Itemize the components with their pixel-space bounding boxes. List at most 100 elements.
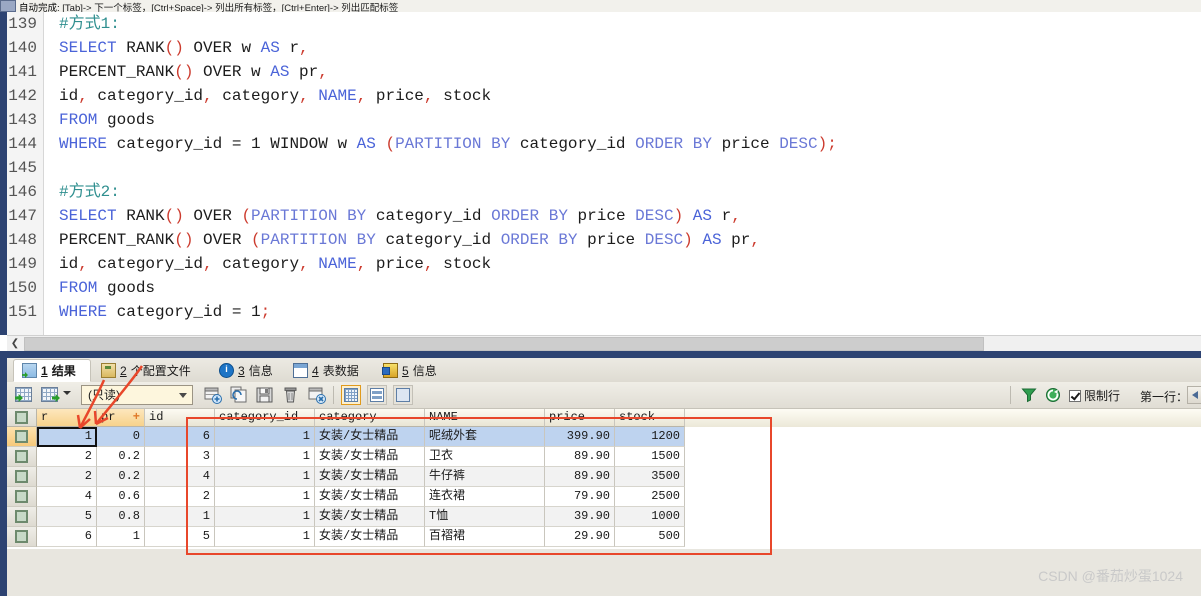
chevron-down-icon[interactable] bbox=[63, 391, 71, 395]
tab-3[interactable]: i 3 信息 bbox=[211, 359, 283, 382]
cell-pr[interactable]: 0.8 bbox=[97, 507, 145, 527]
cell-stock[interactable]: 1000 bbox=[615, 507, 685, 527]
save-record-button[interactable] bbox=[255, 385, 275, 405]
editor-horizontal-scrollbar[interactable]: ❮ bbox=[7, 335, 1201, 352]
column-header-r[interactable]: r bbox=[37, 409, 97, 427]
cell-r[interactable]: 5 bbox=[37, 507, 97, 527]
cell-r[interactable]: 6 bbox=[37, 527, 97, 547]
scrollbar-thumb[interactable] bbox=[24, 337, 984, 351]
table-row[interactable]: 2 0.2 3 1 女装/女士精品 卫衣 89.90 1500 bbox=[7, 447, 1201, 467]
cell-stock[interactable]: 2500 bbox=[615, 487, 685, 507]
cell-NAME[interactable]: 牛仔裤 bbox=[425, 467, 545, 487]
table-row[interactable]: 4 0.6 2 1 女装/女士精品 连衣裙 79.90 2500 bbox=[7, 487, 1201, 507]
cell-category[interactable]: 女装/女士精品 bbox=[315, 507, 425, 527]
tab-2[interactable]: 2 个配置文件 bbox=[93, 359, 209, 382]
export-grid-button[interactable] bbox=[39, 385, 60, 405]
cell-category_id[interactable]: 1 bbox=[215, 487, 315, 507]
cell-id[interactable]: 2 bbox=[145, 487, 215, 507]
mysql-workbench-window: 自动完成: [Tab]-> 下一个标签，[Ctrl+Space]-> 列出所有标… bbox=[0, 0, 1201, 596]
tab-5[interactable]: 5 信息 bbox=[375, 359, 447, 382]
cell-category[interactable]: 女装/女士精品 bbox=[315, 427, 425, 447]
results-data-grid[interactable]: r pr + id category_id category NAME price stock 1… bbox=[7, 409, 1201, 549]
column-header-id[interactable]: id bbox=[145, 409, 215, 427]
row-selector[interactable] bbox=[7, 427, 37, 447]
cell-r[interactable]: 2 bbox=[37, 447, 97, 467]
column-header-pr[interactable]: pr + bbox=[97, 409, 145, 427]
cell-NAME[interactable]: 卫衣 bbox=[425, 447, 545, 467]
cell-r[interactable]: 1 bbox=[37, 427, 97, 447]
cell-stock[interactable]: 3500 bbox=[615, 467, 685, 487]
cell-category[interactable]: 女装/女士精品 bbox=[315, 447, 425, 467]
cell-price[interactable]: 39.90 bbox=[545, 507, 615, 527]
limit-rows-checkbox[interactable]: 限制行 bbox=[1069, 387, 1120, 404]
column-header-category_id[interactable]: category_id bbox=[215, 409, 315, 427]
cell-id[interactable]: 4 bbox=[145, 467, 215, 487]
cell-category_id[interactable]: 1 bbox=[215, 427, 315, 447]
table-row[interactable]: 1 0 6 1 女装/女士精品 呢绒外套 399.90 1200 bbox=[7, 427, 1201, 447]
sql-editor[interactable]: 139 #方式1: 140 SELECT RANK() OVER w AS r, 141… bbox=[0, 12, 1201, 335]
cell-category_id[interactable]: 1 bbox=[215, 507, 315, 527]
column-header-category[interactable]: category bbox=[315, 409, 425, 427]
cell-category[interactable]: 女装/女士精品 bbox=[315, 487, 425, 507]
grid-view-button[interactable] bbox=[341, 385, 361, 405]
sql-code-content[interactable]: 139 #方式1: 140 SELECT RANK() OVER w AS r, 141… bbox=[7, 12, 1201, 335]
cell-category_id[interactable]: 1 bbox=[215, 467, 315, 487]
funnel-filter-icon[interactable] bbox=[1021, 387, 1037, 403]
cell-NAME[interactable]: 连衣裙 bbox=[425, 487, 545, 507]
column-header-stock[interactable]: stock bbox=[615, 409, 685, 427]
scroll-left-arrow-icon[interactable]: ❮ bbox=[7, 336, 23, 352]
cell-NAME[interactable]: 呢绒外套 bbox=[425, 427, 545, 447]
line-number: 142 bbox=[8, 87, 37, 105]
text-view-button[interactable] bbox=[393, 385, 413, 405]
cell-price[interactable]: 89.90 bbox=[545, 447, 615, 467]
cell-price[interactable]: 89.90 bbox=[545, 467, 615, 487]
duplicate-record-button[interactable] bbox=[229, 385, 249, 405]
cell-id[interactable]: 6 bbox=[145, 427, 215, 447]
cell-id[interactable]: 1 bbox=[145, 507, 215, 527]
table-row[interactable]: 2 0.2 4 1 女装/女士精品 牛仔裤 89.90 3500 bbox=[7, 467, 1201, 487]
table-row[interactable]: 6 1 5 1 女装/女士精品 百褶裙 29.90 500 bbox=[7, 527, 1201, 547]
cell-r[interactable]: 2 bbox=[37, 467, 97, 487]
row-selector[interactable] bbox=[7, 467, 37, 487]
row-selector[interactable] bbox=[7, 487, 37, 507]
cell-category[interactable]: 女装/女士精品 bbox=[315, 527, 425, 547]
readonly-combo[interactable]: (只读) bbox=[81, 385, 193, 405]
apply-changes-button[interactable] bbox=[13, 385, 33, 405]
cancel-changes-button[interactable] bbox=[307, 385, 327, 405]
form-view-button[interactable] bbox=[367, 385, 387, 405]
cell-stock[interactable]: 500 bbox=[615, 527, 685, 547]
cell-r[interactable]: 4 bbox=[37, 487, 97, 507]
row-selector[interactable] bbox=[7, 527, 37, 547]
cell-pr[interactable]: 0.2 bbox=[97, 467, 145, 487]
tab-4[interactable]: 4 表数据 bbox=[285, 359, 373, 382]
cell-pr[interactable]: 0 bbox=[97, 427, 145, 447]
table-row[interactable]: 5 0.8 1 1 女装/女士精品 T恤 39.90 1000 bbox=[7, 507, 1201, 527]
select-all-header[interactable] bbox=[7, 409, 37, 427]
cell-NAME[interactable]: 百褶裙 bbox=[425, 527, 545, 547]
column-header-NAME[interactable]: NAME bbox=[425, 409, 545, 427]
cell-NAME[interactable]: T恤 bbox=[425, 507, 545, 527]
refresh-icon[interactable] bbox=[1045, 387, 1061, 403]
cell-id[interactable]: 3 bbox=[145, 447, 215, 467]
tab-1[interactable]: 1 结果 bbox=[13, 359, 91, 382]
row-checkbox-icon bbox=[15, 430, 28, 443]
cell-stock[interactable]: 1500 bbox=[615, 447, 685, 467]
row-selector[interactable] bbox=[7, 447, 37, 467]
cell-pr[interactable]: 0.6 bbox=[97, 487, 145, 507]
cell-pr[interactable]: 1 bbox=[97, 527, 145, 547]
column-header-price[interactable]: price bbox=[545, 409, 615, 427]
cell-category[interactable]: 女装/女士精品 bbox=[315, 467, 425, 487]
cell-stock[interactable]: 1200 bbox=[615, 427, 685, 447]
cell-price[interactable]: 79.90 bbox=[545, 487, 615, 507]
row-selector[interactable] bbox=[7, 507, 37, 527]
cell-pr[interactable]: 0.2 bbox=[97, 447, 145, 467]
spinner-left-arrow-icon[interactable] bbox=[1187, 386, 1201, 404]
cell-category_id[interactable]: 1 bbox=[215, 447, 315, 467]
cell-id[interactable]: 5 bbox=[145, 527, 215, 547]
insert-record-button[interactable] bbox=[203, 385, 223, 405]
tab-label: 结果 bbox=[51, 364, 76, 378]
delete-record-button[interactable] bbox=[281, 385, 301, 405]
cell-price[interactable]: 29.90 bbox=[545, 527, 615, 547]
cell-category_id[interactable]: 1 bbox=[215, 527, 315, 547]
cell-price[interactable]: 399.90 bbox=[545, 427, 615, 447]
